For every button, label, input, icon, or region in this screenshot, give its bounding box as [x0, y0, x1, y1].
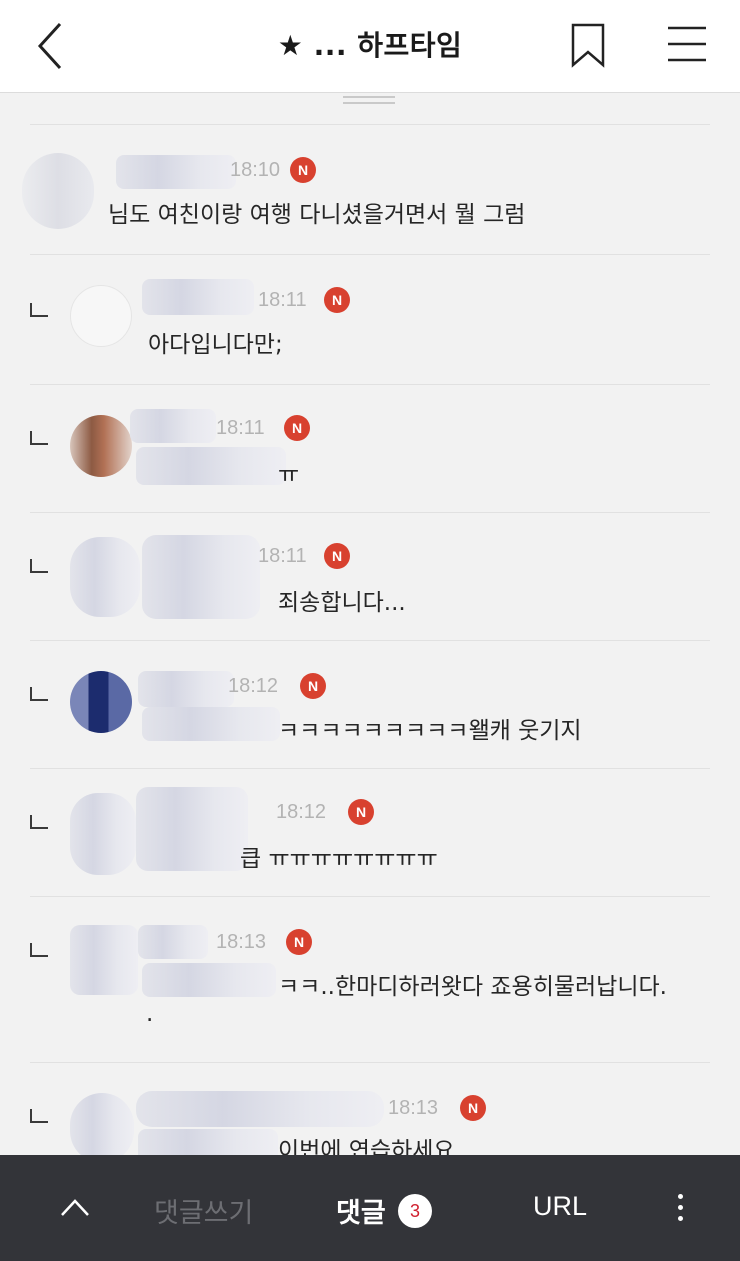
comment-count-badge: 3 — [398, 1194, 432, 1228]
reply-arrow-icon — [30, 943, 48, 957]
comment-reply: 18:11 N 아다입니다만; — [30, 254, 710, 384]
avatar — [70, 285, 132, 347]
blurred-avatar — [70, 793, 136, 875]
comment-text: 아다입니다만; — [148, 332, 283, 358]
avatar — [70, 671, 132, 733]
avatar — [70, 415, 132, 477]
new-badge: N — [284, 415, 310, 441]
reply-arrow-icon — [30, 1109, 48, 1123]
vertical-dots-icon — [672, 1194, 688, 1221]
new-badge: N — [300, 673, 326, 699]
bookmark-button[interactable] — [568, 22, 608, 68]
scroll-up-button[interactable] — [58, 1195, 92, 1219]
reply-arrow-icon — [30, 815, 48, 829]
blurred-username — [138, 925, 208, 959]
comment-text: 큽 ㅠㅠㅠㅠㅠㅠㅠㅠ — [240, 846, 438, 872]
blurred-avatar — [70, 925, 138, 995]
write-comment-button[interactable]: 댓글쓰기 — [154, 1191, 253, 1230]
blurred-username — [136, 787, 248, 871]
comment-time: 18:11 — [258, 545, 307, 567]
comment-time: 18:13 — [388, 1097, 439, 1119]
comment-text-continued: . — [146, 1001, 154, 1027]
chevron-up-icon — [61, 1199, 89, 1216]
comment-reply: 18:11 N 죄송합니다... — [30, 512, 710, 640]
comment-item: 18:10 N 님도 여친이랑 여행 다니셨을거면서 뭘 그럼 — [22, 124, 710, 254]
comment-reply: 18:12 N 큽 ㅠㅠㅠㅠㅠㅠㅠㅠ — [30, 768, 710, 896]
blurred-text — [142, 707, 280, 741]
blurred-avatar — [22, 153, 94, 229]
hamburger-menu-icon — [668, 26, 706, 62]
app-header: ★ ... 하프타임 — [0, 0, 740, 93]
url-button[interactable]: URL — [533, 1191, 587, 1222]
menu-button[interactable] — [664, 24, 710, 64]
blurred-avatar — [70, 1093, 134, 1163]
blurred-text — [136, 447, 286, 485]
bookmark-icon — [571, 23, 605, 68]
new-badge: N — [460, 1095, 486, 1121]
reply-arrow-icon — [30, 687, 48, 701]
new-badge: N — [348, 799, 374, 825]
more-options-button[interactable] — [672, 1191, 688, 1227]
comment-time: 18:12 — [228, 675, 279, 697]
new-badge: N — [324, 287, 350, 313]
reply-arrow-icon — [30, 303, 48, 317]
bottom-toolbar: 댓글쓰기 댓글 3 URL — [0, 1155, 740, 1261]
new-badge: N — [290, 157, 316, 183]
blurred-avatar — [70, 537, 140, 617]
page-title: ★ ... 하프타임 — [277, 29, 463, 62]
comment-time: 18:12 — [276, 801, 327, 823]
blurred-username — [116, 155, 236, 189]
comment-text: ㅋㅋ..한마디하러왓다 죠용히물러납니다. — [278, 974, 667, 1000]
reply-arrow-icon — [30, 431, 48, 445]
comment-text: ㅠ — [278, 462, 300, 488]
comment-text: 님도 여친이랑 여행 다니셨을거면서 뭘 그럼 — [108, 202, 526, 228]
blurred-username — [142, 535, 260, 619]
sheet-drag-handle[interactable] — [343, 96, 395, 108]
blurred-username — [142, 279, 254, 315]
blurred-username — [138, 671, 234, 707]
comment-time: 18:11 — [258, 289, 307, 311]
comment-text: ㅋㅋㅋㅋㅋㅋㅋㅋㅋ왤캐 웃기지 — [278, 718, 582, 744]
comment-reply: 18:11 N ㅠ — [30, 384, 710, 512]
comment-time: 18:13 — [216, 931, 267, 953]
reply-arrow-icon — [30, 559, 48, 573]
comment-reply: 18:12 N ㅋㅋㅋㅋㅋㅋㅋㅋㅋ왤캐 웃기지 — [30, 640, 710, 768]
comment-time: 18:10 — [230, 159, 281, 181]
comments-button[interactable]: 댓글 — [336, 1191, 386, 1230]
new-badge: N — [286, 929, 312, 955]
blurred-text — [142, 963, 276, 997]
comment-time: 18:11 — [216, 417, 265, 439]
new-badge: N — [324, 543, 350, 569]
blurred-username — [130, 409, 216, 443]
comment-reply: 18:13 N ㅋㅋ..한마디하러왓다 죠용히물러납니다. . — [30, 896, 710, 1062]
comment-text: 죄송합니다... — [278, 590, 406, 616]
blurred-username — [136, 1091, 384, 1127]
